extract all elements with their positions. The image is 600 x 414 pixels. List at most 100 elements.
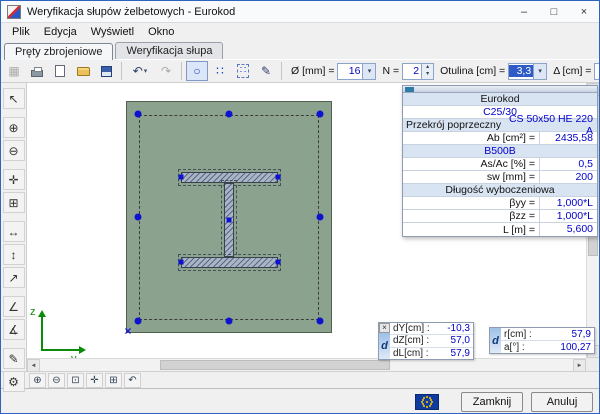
zoom-window-button[interactable]: ⊡ xyxy=(67,373,84,388)
row-value[interactable]: 1,000*L xyxy=(539,197,597,209)
polar-info-panel: d r[cm] :57,9 a[°] :100,27 xyxy=(489,327,595,354)
close-icon[interactable]: × xyxy=(379,323,390,333)
cancel-button[interactable]: Anuluj xyxy=(531,392,593,412)
grid-view-button[interactable]: ▦ xyxy=(3,61,25,81)
rebar-point[interactable] xyxy=(226,318,233,325)
coord-label: dY[cm] : xyxy=(393,323,447,334)
list-item: r[cm] :57,9 xyxy=(501,328,594,341)
scrollbar-thumb[interactable] xyxy=(160,360,390,370)
steel-flange-bottom[interactable] xyxy=(181,257,278,268)
protractor-tool-button[interactable]: ∡ xyxy=(3,319,25,340)
rebar-point[interactable] xyxy=(317,318,324,325)
draw-rebar-button[interactable]: ○ xyxy=(186,61,208,81)
selection-handle[interactable] xyxy=(179,175,184,180)
measure-vertical-button[interactable]: ↕ xyxy=(3,244,25,265)
zoom-in-button[interactable]: ⊕ xyxy=(3,117,25,138)
diameter-value: 16 xyxy=(338,65,362,77)
diameter-select[interactable]: 16 ▾ xyxy=(337,63,376,80)
menu-plik[interactable]: Plik xyxy=(5,25,37,39)
row-value[interactable]: 200 xyxy=(539,171,597,183)
protractor-icon: ∡ xyxy=(8,323,19,337)
chevron-down-icon[interactable]: ▾ xyxy=(362,64,375,79)
selection-handle[interactable] xyxy=(276,260,281,265)
previous-view-icon: ↶ xyxy=(128,375,136,386)
row-label: βzz = xyxy=(403,210,539,222)
redo-button[interactable]: ↷ xyxy=(155,61,177,81)
spin-up-icon[interactable]: ▴ xyxy=(422,64,433,72)
panel-grip-handle[interactable] xyxy=(405,87,414,92)
undo-button[interactable]: ↶▾ xyxy=(126,61,154,81)
close-window-button[interactable]: × xyxy=(569,1,599,22)
scroll-left-icon[interactable]: ◄ xyxy=(27,359,40,371)
previous-view-button[interactable]: ↶ xyxy=(124,373,141,388)
panel-grip[interactable] xyxy=(403,86,597,93)
selection-handle[interactable] xyxy=(227,218,232,223)
pan-button[interactable]: ✛ xyxy=(86,373,103,388)
horizontal-scrollbar[interactable]: ◄ ► xyxy=(27,358,586,371)
coord-value: 57,9 xyxy=(451,348,470,359)
zoom-out-button[interactable]: ⊖ xyxy=(48,373,65,388)
rebar-point[interactable] xyxy=(135,214,142,221)
rebar-point[interactable] xyxy=(135,111,142,118)
table-row: Eurokod xyxy=(403,93,597,106)
eu-stars-icon xyxy=(426,401,428,403)
coord-value: -10,3 xyxy=(447,323,470,334)
angle-tool-button[interactable]: ∠ xyxy=(3,296,25,317)
row-value[interactable]: B500B xyxy=(484,145,516,157)
new-file-button[interactable] xyxy=(49,61,71,81)
row-value[interactable]: 1,000*L xyxy=(539,210,597,222)
steel-flange-top[interactable] xyxy=(181,172,278,183)
rebar-point[interactable] xyxy=(317,111,324,118)
cursor-tool-button[interactable]: ↖ xyxy=(3,88,25,109)
zoom-out-button[interactable]: ⊖ xyxy=(3,140,25,161)
close-button[interactable]: Zamknij xyxy=(461,392,523,412)
pen-icon: ✎ xyxy=(8,352,18,366)
tab-weryfikacja-slupa[interactable]: Weryfikacja słupa xyxy=(115,42,223,59)
row-value[interactable]: 5,600 xyxy=(539,223,597,236)
delta-stepper[interactable]: 1 ▴▾ xyxy=(594,63,599,80)
pan-button[interactable]: ✛ xyxy=(3,169,25,190)
cover-select[interactable]: 3,3 ▾ xyxy=(508,63,547,80)
tab-prety-zbrojeniowe[interactable]: Pręty zbrojeniowe xyxy=(4,43,113,60)
zoom-extents-button[interactable]: ⊞ xyxy=(3,192,25,213)
add-rebars-button[interactable]: ∷ xyxy=(209,61,231,81)
tab-bar: Pręty zbrojeniowe Weryfikacja słupa xyxy=(1,41,599,59)
axis-y-line xyxy=(41,349,79,351)
print-button[interactable] xyxy=(26,61,48,81)
zoom-extents-button[interactable]: ⊞ xyxy=(105,373,122,388)
settings-tool-button[interactable]: ⚙ xyxy=(3,371,25,392)
measure-diagonal-button[interactable]: ↗ xyxy=(3,267,25,288)
app-window: Weryfikacja słupów żelbetowych - Eurokod… xyxy=(0,0,600,414)
rebar-point[interactable] xyxy=(226,111,233,118)
rebar-point[interactable] xyxy=(135,318,142,325)
dimension-vertical-icon: ↕ xyxy=(11,248,17,262)
spin-down-icon[interactable]: ▾ xyxy=(422,71,433,79)
menu-okno[interactable]: Okno xyxy=(141,25,181,39)
selection-handle[interactable] xyxy=(179,260,184,265)
open-file-button[interactable] xyxy=(72,61,94,81)
row-value[interactable]: 0,5 xyxy=(539,158,597,170)
scrollbar-track[interactable] xyxy=(40,359,573,371)
pen-tool-button[interactable]: ✎ xyxy=(3,348,25,369)
drawing-canvas[interactable]: × z y ◄ ► ▲ ▼ Eurokod C25/30 Prz xyxy=(27,83,599,371)
row-value[interactable]: 2435,58 xyxy=(539,132,597,144)
count-stepper[interactable]: 2 ▴▾ xyxy=(402,63,434,80)
edit-rebars-button[interactable]: ✎ xyxy=(255,61,277,81)
measure-horizontal-button[interactable]: ↔ xyxy=(3,221,25,242)
menu-edycja[interactable]: Edycja xyxy=(37,25,84,39)
title-bar: Weryfikacja słupów żelbetowych - Eurokod… xyxy=(1,1,599,23)
selection-handle[interactable] xyxy=(276,175,281,180)
menu-wyswietl[interactable]: Wyświetl xyxy=(84,25,141,39)
rebar-point[interactable] xyxy=(317,214,324,221)
save-button[interactable] xyxy=(95,61,117,81)
zoom-in-button[interactable]: ⊕ xyxy=(29,373,46,388)
rebar-region-button[interactable]: ∷ xyxy=(232,61,254,81)
main-toolbar: ▦ ↶▾ ↷ ○ ∷ ∷ ✎ Ø [mm] = 16 ▾ N = 2 ▴▾ Ot… xyxy=(1,59,599,83)
chevron-down-icon[interactable]: ▾ xyxy=(144,67,148,75)
scroll-right-icon[interactable]: ► xyxy=(573,359,586,371)
row-label: L [m] = xyxy=(403,224,539,236)
chevron-down-icon[interactable]: ▾ xyxy=(533,64,546,79)
maximize-button[interactable]: □ xyxy=(539,1,569,22)
minimize-button[interactable]: – xyxy=(509,1,539,22)
zoom-extents-icon: ⊞ xyxy=(8,196,18,210)
